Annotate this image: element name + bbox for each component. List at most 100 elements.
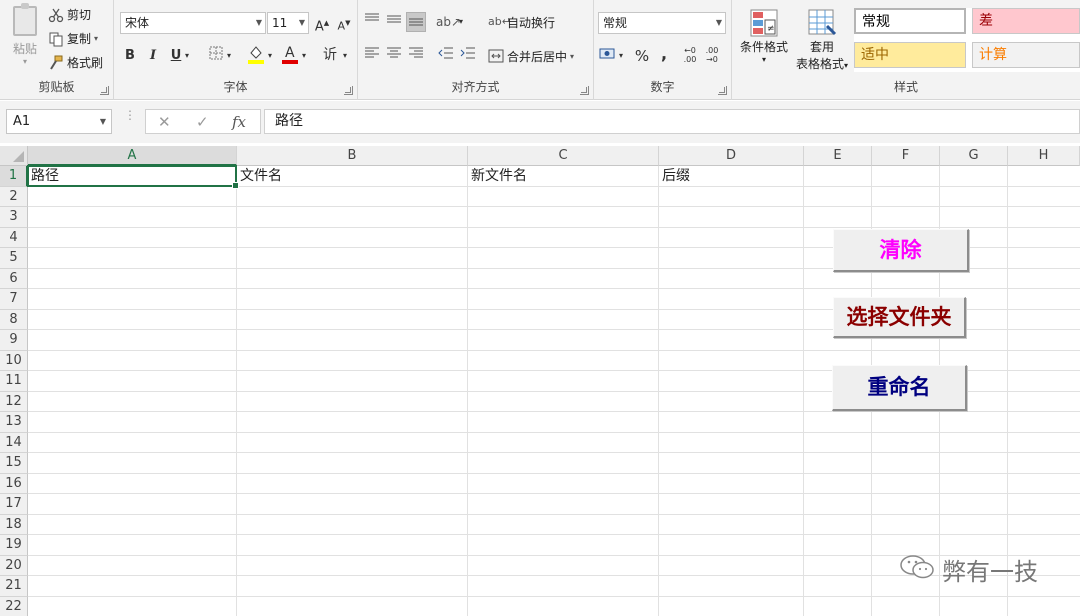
conditional-format-button[interactable]: ≠ 条件格式 ▾ [736,8,792,64]
column-header-G[interactable]: G [940,146,1008,166]
column-header-A[interactable]: A [28,146,237,166]
select-folder-button[interactable]: 选择文件夹 [833,297,966,338]
borders-icon[interactable] [206,46,226,66]
alignment-dialog-launcher-icon[interactable] [580,86,589,95]
row-header-16[interactable]: 16 [0,473,28,494]
formula-bar-grip-icon[interactable]: ⋮ [124,109,136,121]
fill-color-icon[interactable] [246,44,266,64]
column-header-E[interactable]: E [804,146,872,166]
worksheet-grid[interactable]: ABCDEFGH 1 2 3 4 5 6 7 8 9 10 11 12 13 14 15 16 17 18 19 20… [0,146,1080,616]
font-size-select[interactable]: 11 ▼ [267,12,309,34]
cell-B1[interactable]: 文件名 [237,166,467,186]
clipboard-dialog-launcher-icon[interactable] [100,86,109,95]
row-gridline [28,411,1080,412]
accounting-format-icon[interactable] [598,46,618,66]
fill-color-dropdown-icon[interactable]: ▾ [265,46,275,66]
row-header-11[interactable]: 11 [0,371,28,392]
cancel-icon[interactable]: ✕ [158,113,171,131]
rename-button[interactable]: 重命名 [832,365,967,411]
accounting-dropdown-icon[interactable]: ▾ [616,46,626,66]
enter-icon[interactable]: ✓ [196,113,209,131]
cell-D1[interactable]: 后缀 [659,166,803,186]
wechat-icon [900,554,942,586]
font-color-icon[interactable]: A [280,44,300,64]
row-header-14[interactable]: 14 [0,432,28,453]
borders-dropdown-icon[interactable]: ▾ [224,46,234,66]
row-header-7[interactable]: 7 [0,289,28,310]
row-header-2[interactable]: 2 [0,186,28,207]
formula-input[interactable]: 路径 [264,109,1080,134]
row-header-20[interactable]: 20 [0,555,28,576]
percent-style-button[interactable]: % [632,46,652,66]
row-header-22[interactable]: 22 [0,596,28,616]
decrease-font-size-button[interactable]: A▼ [334,13,354,33]
row-header-9[interactable]: 9 [0,330,28,351]
merge-dropdown-icon[interactable]: ▾ [570,52,574,61]
phonetic-dropdown-icon[interactable]: ▾ [340,46,350,66]
clear-button[interactable]: 清除 [833,229,969,272]
cell-style-1[interactable]: 差 [972,8,1080,34]
row-header-21[interactable]: 21 [0,576,28,597]
copy-button[interactable]: 复制 ▾ [48,30,98,47]
number-group-label: 数字 [650,80,675,94]
paste-icon [13,3,37,36]
italic-button[interactable]: I [143,46,163,66]
row-header-8[interactable]: 8 [0,309,28,330]
row-header-15[interactable]: 15 [0,453,28,474]
row-gridline [28,472,1080,474]
row-header-3[interactable]: 3 [0,207,28,228]
decrease-indent-icon[interactable] [436,46,456,66]
comma-style-button[interactable]: , [654,44,674,64]
cell-style-0[interactable]: 常规 [854,8,966,34]
column-header-D[interactable]: D [659,146,804,166]
format-painter-button[interactable]: 格式刷 [48,54,103,71]
merge-center-button[interactable]: 合并后居中 ▾ [488,48,574,65]
row-header-19[interactable]: 19 [0,535,28,556]
decrease-decimal-icon[interactable]: .00 →0 [702,46,722,66]
font-color-dropdown-icon[interactable]: ▾ [299,46,309,66]
row-header-5[interactable]: 5 [0,248,28,269]
number-format-select[interactable]: 常规 ▼ [598,12,726,34]
align-bottom-icon[interactable] [406,12,426,32]
format-as-table-button[interactable]: 套用 表格格式▾ [792,8,852,72]
column-header-H[interactable]: H [1008,146,1080,166]
align-left-icon[interactable] [362,46,382,66]
name-box[interactable]: A1 ▼ [6,109,112,134]
increase-indent-icon[interactable] [458,46,478,66]
cell-C1[interactable]: 新文件名 [468,166,658,186]
align-center-icon[interactable] [384,46,404,66]
row-header-6[interactable]: 6 [0,268,28,289]
orientation-icon[interactable]: ab↗ [436,12,461,32]
orientation-dropdown-icon[interactable]: ▾ [456,12,466,32]
cell-style-2[interactable]: 适中 [854,42,966,68]
wrap-text-button[interactable]: ab↵ 自动换行 [488,14,555,31]
bold-button[interactable]: B [120,46,140,66]
select-all-corner[interactable] [0,146,28,166]
ribbon: 粘贴 ▾ 剪切 复制 ▾ 格式刷 剪贴板 宋体 ▼ 11 ▼ A▲ A▼ B I… [0,0,1080,100]
paste-button[interactable]: 粘贴 ▾ [6,3,44,76]
column-header-F[interactable]: F [872,146,940,166]
row-header-17[interactable]: 17 [0,494,28,515]
align-top-icon[interactable] [362,12,382,32]
increase-decimal-icon[interactable]: ←0.00 [680,46,700,66]
increase-font-size-button[interactable]: A▲ [312,13,332,34]
number-dialog-launcher-icon[interactable] [718,86,727,95]
phonetic-guide-icon[interactable]: 䜣 [320,45,340,65]
font-dialog-launcher-icon[interactable] [344,86,353,95]
row-header-10[interactable]: 10 [0,350,28,371]
insert-function-icon[interactable]: fx [232,113,246,131]
underline-dropdown-icon[interactable]: ▾ [182,46,192,66]
cut-button[interactable]: 剪切 [48,6,91,23]
row-header-13[interactable]: 13 [0,412,28,433]
align-middle-icon[interactable] [384,12,404,32]
copy-dropdown-icon[interactable]: ▾ [94,34,98,43]
align-right-icon[interactable] [406,46,426,66]
row-header-1[interactable]: 1 [0,166,28,187]
row-header-12[interactable]: 12 [0,391,28,412]
font-name-select[interactable]: 宋体 ▼ [120,12,266,34]
cell-style-3[interactable]: 计算 [972,42,1080,68]
column-header-B[interactable]: B [237,146,468,166]
column-header-C[interactable]: C [468,146,659,166]
row-header-4[interactable]: 4 [0,227,28,248]
row-header-18[interactable]: 18 [0,514,28,535]
